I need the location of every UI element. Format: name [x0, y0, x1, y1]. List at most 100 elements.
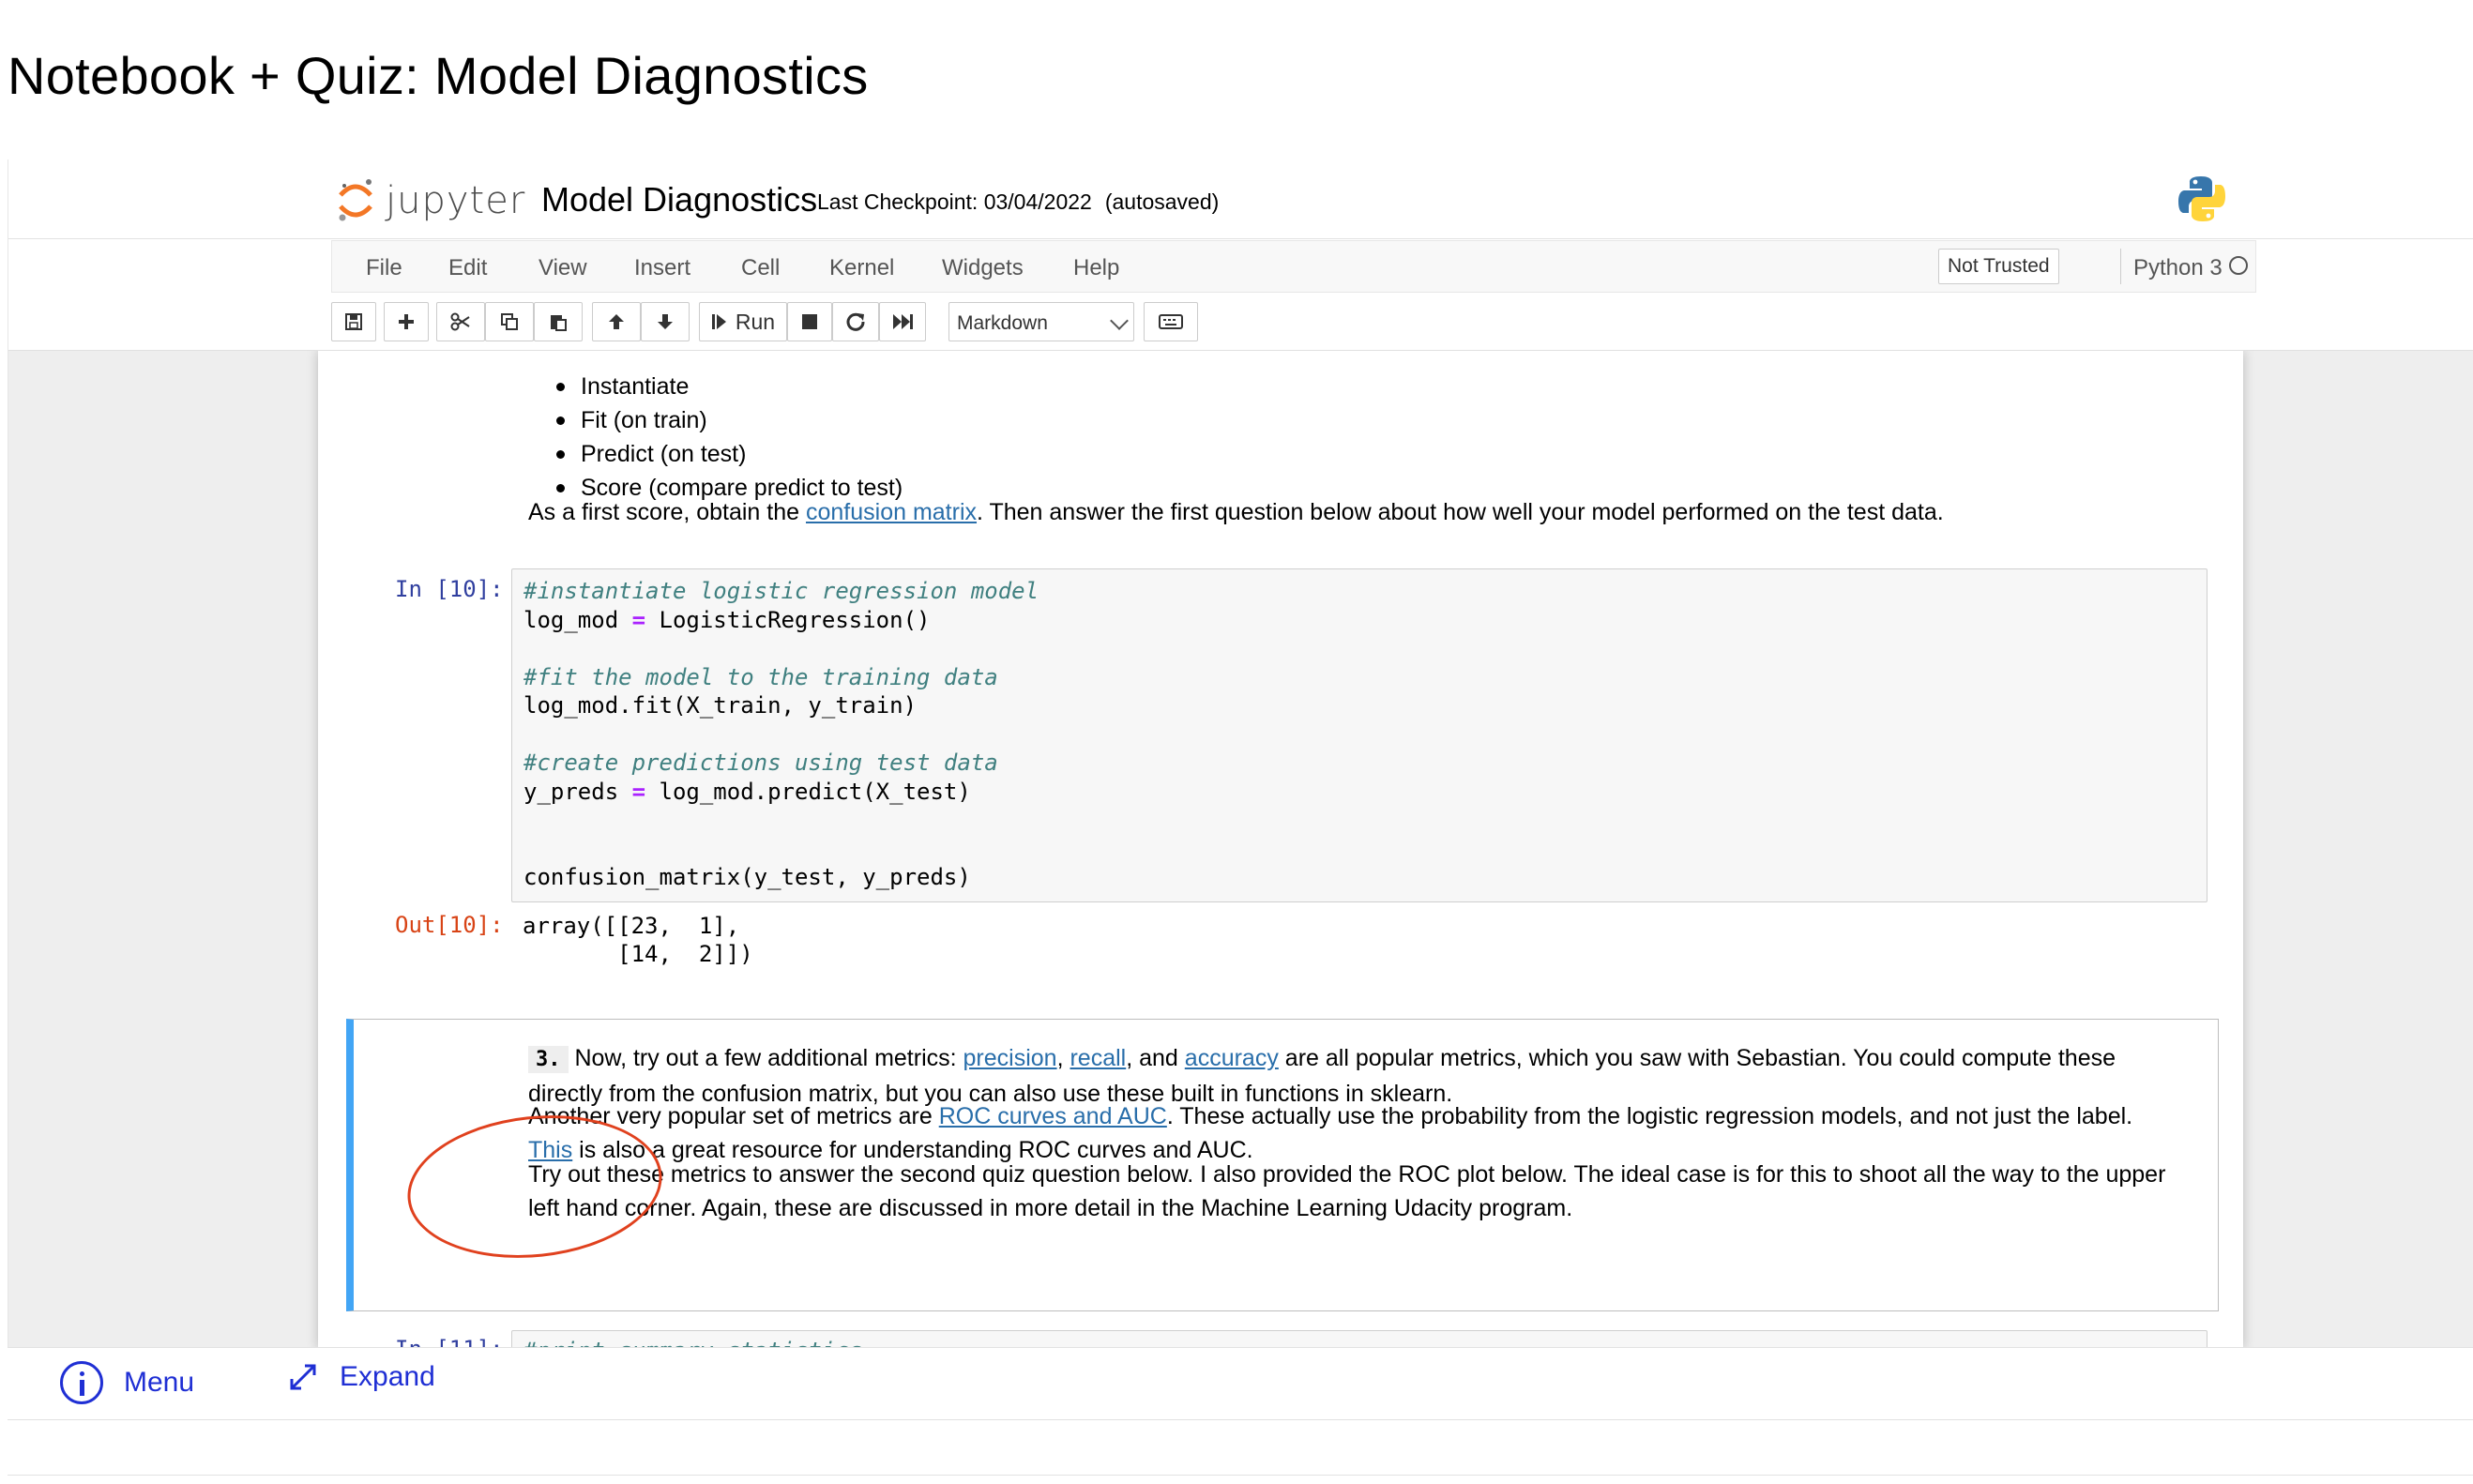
arrow-down-icon: [658, 314, 673, 329]
code-text: log_mod.fit(X_train, y_train): [523, 692, 918, 719]
code-operator: =: [631, 778, 646, 805]
menu-bar: File Edit View Insert Cell Kernel Widget…: [331, 240, 2256, 293]
paragraph-text: ,: [1056, 1045, 1070, 1071]
copy-button[interactable]: [485, 302, 534, 341]
run-icon: [711, 314, 726, 329]
header-divider: [8, 238, 2473, 239]
insert-cell-button[interactable]: [384, 302, 429, 341]
paragraph-text: , and: [1126, 1045, 1185, 1071]
list-item: Fit (on train): [553, 403, 903, 437]
accuracy-link[interactable]: accuracy: [1185, 1045, 1279, 1071]
menu-button-label: Menu: [124, 1367, 195, 1398]
kernel-divider: [2120, 249, 2121, 284]
restart-button[interactable]: [832, 302, 879, 341]
output-line: [14, 2]]): [523, 941, 753, 967]
menu-edit[interactable]: Edit: [448, 255, 487, 281]
code-text: confusion_matrix(y_test, y_preds): [523, 864, 971, 890]
jupyter-logo-icon: [337, 176, 374, 225]
fast-forward-icon: [893, 314, 913, 329]
run-button[interactable]: Run: [699, 302, 787, 341]
code-comment: #instantiate logistic regression model: [523, 578, 1039, 604]
page-divider: [8, 1475, 2473, 1476]
cell-type-select[interactable]: Markdown: [948, 302, 1134, 341]
python-logo-icon: [2176, 173, 2228, 225]
notebook-header: jupyter Model Diagnostics Last Checkpoin…: [8, 159, 2473, 351]
expand-button[interactable]: Expand: [287, 1361, 435, 1393]
jupyter-logo-text: jupyter: [386, 179, 526, 222]
restart-icon: [846, 312, 865, 331]
notebook-name[interactable]: Model Diagnostics: [541, 180, 817, 220]
save-icon: [345, 313, 362, 330]
menu-kernel[interactable]: Kernel: [829, 255, 894, 281]
restart-run-all-button[interactable]: [879, 302, 926, 341]
code-editor: #instantiate logistic regression model l…: [523, 577, 1039, 892]
checkpoint-text: Last Checkpoint: 03/04/2022: [817, 189, 1092, 214]
menu-cell[interactable]: Cell: [741, 255, 780, 281]
checkpoint-status: Last Checkpoint: 03/04/2022 (autosaved): [817, 189, 1219, 215]
question-number: 3.: [528, 1046, 569, 1073]
menu-insert[interactable]: Insert: [634, 255, 690, 281]
kernel-status-icon: [2229, 256, 2248, 275]
code-comment: #fit the model to the training data: [523, 663, 998, 690]
code-text: LogisticRegression(): [645, 606, 931, 633]
expand-icon: [290, 1364, 316, 1390]
code-text: log_mod: [523, 606, 632, 633]
list-item: Predict (on test): [553, 437, 903, 471]
paragraph-text: are all popular metrics, which you saw w…: [1278, 1045, 2116, 1071]
cut-button[interactable]: [436, 302, 485, 341]
chevron-down-icon: [1110, 311, 1129, 330]
plus-icon: [399, 314, 414, 329]
keyboard-icon: [1159, 314, 1183, 329]
move-down-button[interactable]: [641, 302, 690, 341]
kernel-name[interactable]: Python 3: [2133, 255, 2223, 281]
code-text: log_mod.predict(X_test): [645, 778, 971, 805]
bottom-bar: Menu Expand: [8, 1347, 2473, 1420]
move-up-button[interactable]: [592, 302, 641, 341]
paragraph-text: left hand corner. Again, these are discu…: [528, 1195, 1573, 1221]
info-icon: [60, 1361, 103, 1404]
menu-view[interactable]: View: [539, 255, 587, 281]
code-cell-input[interactable]: #instantiate logistic regression model l…: [511, 568, 2207, 902]
notebook-body[interactable]: Instantiate Fit (on train) Predict (on t…: [8, 351, 2473, 1349]
cell-type-value: Markdown: [957, 312, 1048, 334]
list-item: Instantiate: [553, 370, 903, 403]
menu-widgets[interactable]: Widgets: [942, 255, 1024, 281]
paste-button[interactable]: [534, 302, 583, 341]
copy-icon: [501, 313, 518, 330]
stop-icon: [802, 314, 817, 329]
expand-button-label: Expand: [340, 1361, 435, 1392]
paste-icon: [551, 315, 567, 331]
code-cell-input[interactable]: #print summary statistics: [511, 1330, 2207, 1349]
roc-auc-link[interactable]: ROC curves and AUC: [939, 1103, 1167, 1129]
markdown-paragraph: Try out these metrics to answer the seco…: [528, 1158, 2165, 1225]
precision-link[interactable]: precision: [963, 1045, 1057, 1071]
run-label: Run: [735, 309, 776, 334]
paragraph-text: Now, try out a few additional metrics:: [568, 1045, 963, 1071]
output-prompt: Out[10]:: [395, 912, 504, 938]
paragraph-text: Try out these metrics to answer the seco…: [528, 1161, 2166, 1188]
trust-button[interactable]: Not Trusted: [1938, 249, 2059, 284]
arrow-up-icon: [609, 314, 624, 329]
paragraph-text: As a first score, obtain the: [528, 499, 806, 525]
recall-link[interactable]: recall: [1070, 1045, 1126, 1071]
markdown-paragraph: As a first score, obtain the confusion m…: [528, 495, 1944, 529]
stop-button[interactable]: [787, 302, 832, 341]
output-line: array([[23, 1],: [523, 913, 740, 939]
steps-list: Instantiate Fit (on train) Predict (on t…: [553, 370, 903, 505]
input-prompt: In [10]:: [395, 576, 504, 602]
page-title: Notebook + Quiz: Model Diagnostics: [8, 46, 869, 105]
scissors-icon: [450, 312, 470, 331]
paragraph-text: . Then answer the first question below a…: [977, 499, 1944, 525]
cell-output: array([[23, 1], [14, 2]]): [523, 912, 753, 968]
command-palette-button[interactable]: [1144, 302, 1198, 341]
menu-button[interactable]: Menu: [60, 1361, 194, 1404]
code-text: y_preds: [523, 778, 632, 805]
confusion-matrix-link[interactable]: confusion matrix: [806, 499, 977, 525]
code-operator: =: [631, 606, 646, 633]
jupyter-logo[interactable]: jupyter: [337, 176, 525, 225]
menu-help[interactable]: Help: [1073, 255, 1119, 281]
save-button[interactable]: [331, 302, 376, 341]
code-comment: #create predictions using test data: [523, 750, 998, 776]
paragraph-text: . These actually use the probability fro…: [1166, 1103, 2133, 1129]
menu-file[interactable]: File: [366, 255, 402, 281]
